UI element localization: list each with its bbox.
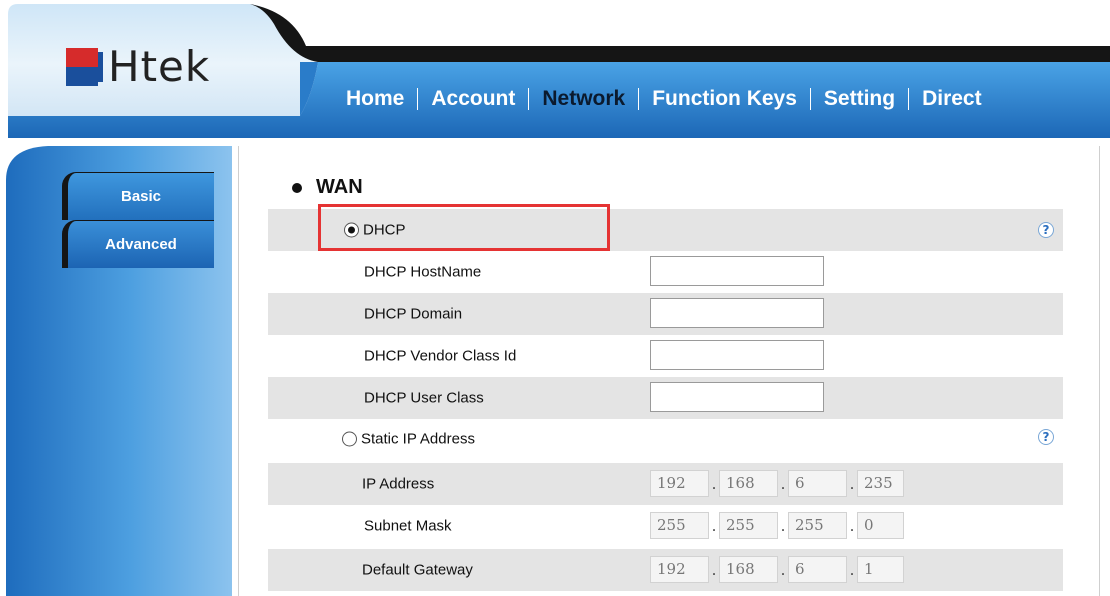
nav-directory[interactable]: Direct [922,87,982,111]
ip-address-field: 192 . 168 . 6 . 235 [650,470,904,497]
section-title-text: WAN [316,176,363,198]
static-ip-radio-option[interactable]: Static IP Address [342,431,475,448]
ip-dot-separator: . [711,474,717,493]
ip-dot-separator: . [711,560,717,579]
dhcp-user-class-input[interactable] [650,382,824,412]
gateway-octet-input[interactable]: 1 [857,556,904,583]
dhcp-user-class-label: DHCP User Class [364,389,484,407]
dhcp-user-class-row: DHCP User Class [268,377,1063,419]
gateway-octet-input[interactable]: 6 [788,556,847,583]
nav-setting[interactable]: Setting [824,87,895,111]
ip-dot-separator: . [849,474,855,493]
nav-account[interactable]: Account [431,87,515,111]
ip-address-label: IP Address [362,475,435,493]
ip-dot-separator: . [780,516,786,535]
dhcp-hostname-label: DHCP HostName [364,263,482,281]
dhcp-vendor-class-label: DHCP Vendor Class Id [364,347,517,365]
default-gateway-field: 192 . 168 . 6 . 1 [650,556,904,583]
dhcp-hostname-input[interactable] [650,256,824,286]
ip-octet-input[interactable]: 192 [650,470,709,497]
htek-logo: Htek [66,46,210,88]
static-ip-radio[interactable] [342,431,357,447]
nav-divider [417,88,419,110]
subnet-mask-row: Subnet Mask 255 . 255 . 255 . 0 [268,505,1063,547]
dhcp-hostname-row: DHCP HostName [268,251,1063,293]
gateway-octet-input[interactable]: 168 [719,556,778,583]
dhcp-vendor-class-input[interactable] [650,340,824,370]
mask-octet-input[interactable]: 255 [719,512,778,539]
ip-address-row: IP Address 192 . 168 . 6 . 235 [268,463,1063,505]
ip-octet-input[interactable]: 168 [719,470,778,497]
ip-dot-separator: . [849,516,855,535]
static-ip-option-row: Static IP Address ? [268,419,1063,459]
help-icon[interactable]: ? [1038,429,1054,445]
ip-dot-separator: . [711,516,717,535]
ip-dot-separator: . [780,560,786,579]
default-gateway-row: Default Gateway 192 . 168 . 6 . 1 [268,549,1063,591]
logo-text: Htek [108,42,211,91]
help-icon[interactable]: ? [1038,222,1054,238]
dhcp-domain-label: DHCP Domain [364,305,463,323]
bullet-icon [292,182,302,193]
ip-dot-separator: . [780,474,786,493]
highlight-annotation-box [318,204,610,251]
ip-dot-separator: . [849,560,855,579]
dhcp-vendor-class-row: DHCP Vendor Class Id [268,335,1063,377]
htek-logo-mark [66,48,106,86]
nav-divider [809,88,811,110]
sidebar-item-basic[interactable]: Basic [62,172,214,220]
nav-divider [528,88,530,110]
nav-divider [908,88,910,110]
top-nav: Home Account Network Function Keys Setti… [346,86,982,112]
ip-octet-input[interactable]: 6 [788,470,847,497]
subnet-mask-field: 255 . 255 . 255 . 0 [650,512,904,539]
nav-network[interactable]: Network [542,87,625,111]
mask-octet-input[interactable]: 255 [788,512,847,539]
ip-octet-input[interactable]: 235 [857,470,904,497]
gateway-octet-input[interactable]: 192 [650,556,709,583]
mask-octet-input[interactable]: 0 [857,512,904,539]
static-ip-label: Static IP Address [361,430,475,448]
header: Htek Home Account Network Function Keys … [0,0,1110,140]
subnet-mask-label: Subnet Mask [364,517,452,535]
mask-octet-input[interactable]: 255 [650,512,709,539]
dhcp-domain-row: DHCP Domain [268,293,1063,335]
nav-divider [638,88,640,110]
dhcp-domain-input[interactable] [650,298,824,328]
sidebar-item-advanced[interactable]: Advanced [62,220,214,268]
default-gateway-label: Default Gateway [362,561,473,579]
nav-function-keys[interactable]: Function Keys [652,87,797,111]
nav-home[interactable]: Home [346,87,404,111]
section-title-wan: WAN [292,176,363,199]
